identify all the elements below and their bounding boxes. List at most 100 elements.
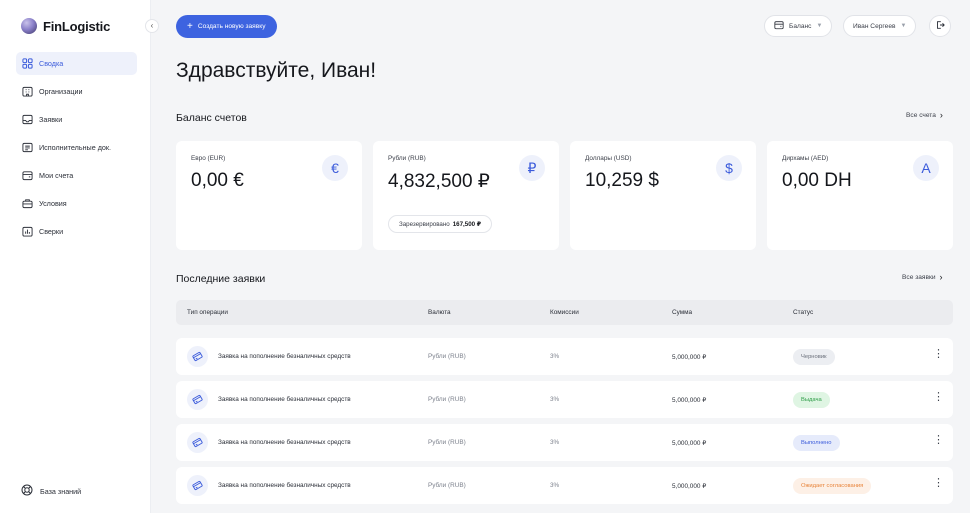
all-accounts-label: Все счета bbox=[906, 111, 936, 119]
status-badge: Ожидает согласования bbox=[793, 478, 872, 494]
column-header-type[interactable]: Тип операции bbox=[187, 309, 228, 316]
chevron-down-icon: ▼ bbox=[900, 23, 907, 29]
reserved-value: 167,500 ₽ bbox=[452, 220, 482, 228]
sidebar-item-executive-docs[interactable]: Исполнительные док. bbox=[16, 136, 137, 159]
sidebar-item-reconciliations[interactable]: Сверки bbox=[16, 220, 137, 243]
balance-card-label: Евро (EUR) bbox=[191, 155, 226, 162]
more-vertical-icon[interactable]: ⋮ bbox=[933, 349, 944, 360]
column-header-fee[interactable]: Комиссии bbox=[550, 309, 579, 316]
balance-card-usd[interactable]: Доллары (USD) 10,259 $ $ bbox=[570, 141, 756, 250]
euro-icon: € bbox=[322, 155, 348, 181]
reserved-badge: Зарезервировано 167,500 ₽ bbox=[388, 215, 493, 233]
sidebar: FinLogistic Сводка Организации Заявки Ис… bbox=[0, 0, 151, 513]
column-header-amount[interactable]: Сумма bbox=[672, 309, 692, 316]
sidebar-item-label: Мои счета bbox=[39, 171, 74, 180]
lifebuoy-icon bbox=[21, 484, 33, 498]
row-currency: Рубли (RUB) bbox=[428, 396, 466, 403]
create-request-button[interactable]: + Создать новую заявку bbox=[176, 15, 277, 38]
sidebar-item-summary[interactable]: Сводка bbox=[16, 52, 137, 75]
row-amount: 5,000,000 ₽ bbox=[672, 354, 707, 361]
row-amount: 5,000,000 ₽ bbox=[672, 440, 707, 447]
payment-card-icon bbox=[187, 432, 208, 453]
brand-name: FinLogistic bbox=[43, 18, 111, 34]
status-badge: Выполнено bbox=[793, 435, 840, 451]
row-fee: 3% bbox=[550, 482, 560, 489]
all-orders-link[interactable]: Все заявки › bbox=[902, 272, 943, 282]
row-fee: 3% bbox=[550, 396, 560, 403]
row-type: Заявка на пополнение безналичных средств bbox=[218, 396, 351, 403]
row-fee: 3% bbox=[550, 439, 560, 446]
sidebar-item-label: Заявки bbox=[39, 115, 63, 124]
logo-mark bbox=[21, 18, 37, 34]
sidebar-collapse-button[interactable]: ‹ bbox=[145, 19, 159, 33]
building-icon bbox=[22, 86, 33, 97]
sidebar-item-organizations[interactable]: Организации bbox=[16, 80, 137, 103]
all-accounts-link[interactable]: Все счета › bbox=[906, 110, 943, 120]
balance-card-eur[interactable]: Евро (EUR) 0,00 € € bbox=[176, 141, 362, 250]
sidebar-nav: Сводка Организации Заявки Исполнительные… bbox=[16, 52, 137, 248]
wallet-icon bbox=[774, 20, 784, 32]
chart-icon bbox=[22, 226, 33, 237]
user-name: Иван Сергеев bbox=[853, 22, 896, 30]
sidebar-item-label: Сверки bbox=[39, 227, 64, 236]
column-header-currency[interactable]: Валюта bbox=[428, 309, 451, 316]
logout-icon bbox=[935, 17, 945, 35]
dirham-icon: A bbox=[913, 155, 939, 181]
sidebar-item-label: Сводка bbox=[39, 59, 64, 68]
page-greeting: Здравствуйте, Иван! bbox=[176, 59, 377, 82]
table-row[interactable]: Заявка на пополнение безналичных средств… bbox=[176, 338, 953, 375]
column-header-status[interactable]: Статус bbox=[793, 309, 813, 316]
row-amount: 5,000,000 ₽ bbox=[672, 483, 707, 490]
table-row[interactable]: Заявка на пополнение безналичных средств… bbox=[176, 424, 953, 461]
plus-icon: + bbox=[187, 20, 193, 32]
row-type: Заявка на пополнение безналичных средств bbox=[218, 353, 351, 360]
more-vertical-icon[interactable]: ⋮ bbox=[933, 392, 944, 403]
balance-card-aed[interactable]: Дирхамы (AED) 0,00 DH A bbox=[767, 141, 953, 250]
balance-card-amount: 0,00 DH bbox=[782, 170, 852, 191]
briefcase-icon bbox=[22, 198, 33, 209]
chevron-right-icon: › bbox=[939, 110, 943, 120]
orders-title: Последние заявки bbox=[176, 273, 266, 285]
inbox-icon bbox=[22, 114, 33, 125]
balance-card-rub[interactable]: Рубли (RUB) 4,832,500 ₽ ₽ Зарезервирован… bbox=[373, 141, 559, 250]
balance-card-amount: 10,259 $ bbox=[585, 170, 659, 191]
row-currency: Рубли (RUB) bbox=[428, 439, 466, 446]
knowledge-base-link[interactable]: База знаний bbox=[21, 484, 81, 498]
balance-card-amount: 0,00 € bbox=[191, 170, 244, 191]
balance-card-label: Доллары (USD) bbox=[585, 155, 632, 162]
row-fee: 3% bbox=[550, 353, 560, 360]
table-row[interactable]: Заявка на пополнение безналичных средств… bbox=[176, 467, 953, 504]
brand-logo[interactable]: FinLogistic bbox=[21, 18, 110, 34]
status-badge: Черновик bbox=[793, 349, 835, 365]
ruble-icon: ₽ bbox=[519, 155, 545, 181]
balance-card-amount: 4,832,500 ₽ bbox=[388, 171, 490, 192]
create-request-label: Создать новую заявку bbox=[197, 23, 266, 30]
more-vertical-icon[interactable]: ⋮ bbox=[933, 478, 944, 489]
document-icon bbox=[22, 142, 33, 153]
balances-title: Баланс счетов bbox=[176, 112, 247, 124]
dollar-icon: $ bbox=[716, 155, 742, 181]
sidebar-item-requests[interactable]: Заявки bbox=[16, 108, 137, 131]
sidebar-item-label: Исполнительные док. bbox=[39, 143, 112, 152]
chevron-right-icon: › bbox=[939, 272, 943, 282]
chevron-down-icon: ▼ bbox=[816, 23, 823, 29]
status-badge: Выдача bbox=[793, 392, 830, 408]
row-type: Заявка на пополнение безналичных средств bbox=[218, 439, 351, 446]
payment-card-icon bbox=[187, 389, 208, 410]
table-row[interactable]: Заявка на пополнение безналичных средств… bbox=[176, 381, 953, 418]
orders-table-header: Тип операции Валюта Комиссии Сумма Стату… bbox=[176, 300, 953, 325]
row-currency: Рубли (RUB) bbox=[428, 482, 466, 489]
sidebar-item-label: Условия bbox=[39, 199, 67, 208]
reserved-label: Зарезервировано bbox=[399, 220, 450, 228]
row-currency: Рубли (RUB) bbox=[428, 353, 466, 360]
sidebar-item-conditions[interactable]: Условия bbox=[16, 192, 137, 215]
all-orders-label: Все заявки bbox=[902, 273, 936, 281]
sidebar-item-label: Организации bbox=[39, 87, 83, 96]
more-vertical-icon[interactable]: ⋮ bbox=[933, 435, 944, 446]
grid-icon bbox=[22, 58, 33, 69]
balance-dropdown[interactable]: Баланс ▼ bbox=[764, 15, 833, 37]
sidebar-item-my-accounts[interactable]: Мои счета bbox=[16, 164, 137, 187]
row-amount: 5,000,000 ₽ bbox=[672, 397, 707, 404]
logout-button[interactable] bbox=[929, 15, 951, 37]
user-menu[interactable]: Иван Сергеев ▼ bbox=[843, 15, 917, 37]
